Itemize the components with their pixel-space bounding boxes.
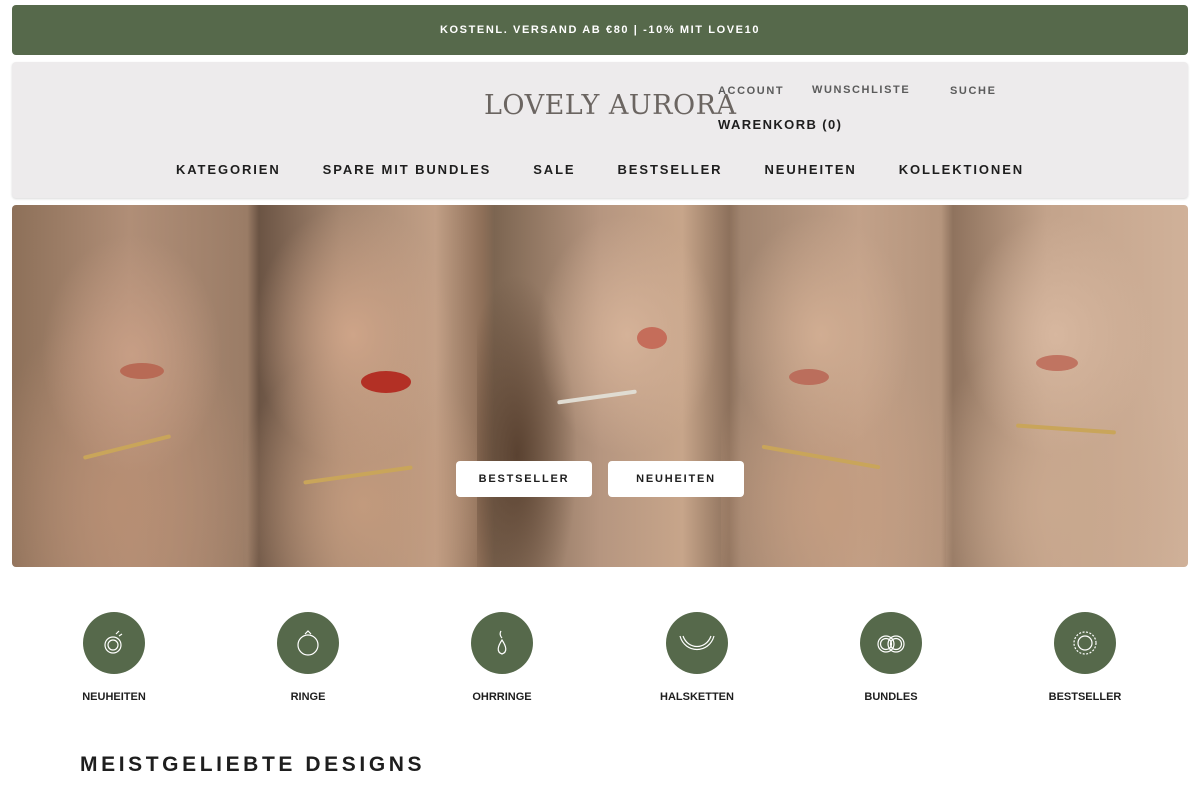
main-nav: KATEGORIEN SPARE MIT BUNDLES SALE BESTSE… — [12, 162, 1188, 177]
hero-photo-detail — [361, 371, 411, 393]
earring-icon — [471, 612, 533, 674]
category-label: RINGE — [290, 691, 326, 703]
category-bestseller[interactable]: BESTSELLER — [1015, 612, 1155, 703]
category-label: OHRRINGE — [472, 691, 532, 703]
ring-sparkle-icon — [83, 612, 145, 674]
double-ring-icon — [860, 612, 922, 674]
nav-item-sale[interactable]: SALE — [533, 162, 575, 177]
category-bundles[interactable]: BUNDLES — [821, 612, 961, 703]
nav-item-bestseller[interactable]: BESTSELLER — [618, 162, 723, 177]
search-link[interactable]: SUCHE — [950, 85, 997, 97]
bracelet-icon — [1054, 612, 1116, 674]
ring-icon — [277, 612, 339, 674]
category-label: BESTSELLER — [1048, 691, 1122, 703]
category-halsketten[interactable]: HALSKETTEN — [627, 612, 767, 703]
category-ohrringe[interactable]: OHRRINGE — [432, 612, 572, 703]
hero-photo-detail — [761, 444, 881, 470]
announcement-text: KOSTENL. VERSAND AB €80 | -10% MIT LOVE1… — [439, 24, 761, 36]
category-row: NEUHEITEN RINGE OHRRINGE HALSKETTEN BUND… — [0, 612, 1200, 712]
hero-neuheiten-button[interactable]: NEUHEITEN — [608, 461, 744, 497]
hero-photo-detail — [303, 465, 413, 485]
hero-photo-panel — [243, 205, 477, 567]
account-link[interactable]: ACCOUNT — [718, 85, 784, 97]
hero-photo-detail — [82, 434, 172, 460]
hero-photo-detail — [120, 363, 164, 379]
category-label: NEUHEITEN — [82, 691, 146, 703]
cart-link[interactable]: WARENKORB (0) — [718, 117, 842, 132]
site-header: LOVELY AURORA ACCOUNT WUNSCHLISTE SUCHE … — [12, 62, 1188, 198]
nav-item-neuheiten[interactable]: NEUHEITEN — [764, 162, 856, 177]
hero-photo-panel — [946, 205, 1188, 567]
hero-photo-detail — [1036, 355, 1078, 371]
nav-item-kollektionen[interactable]: KOLLEKTIONEN — [899, 162, 1024, 177]
hero-photo-detail — [637, 327, 667, 349]
wishlist-link[interactable]: WUNSCHLISTE — [812, 84, 910, 96]
category-label: BUNDLES — [864, 691, 918, 703]
hero-photo-panel — [12, 205, 243, 567]
announcement-bar: KOSTENL. VERSAND AB €80 | -10% MIT LOVE1… — [12, 5, 1188, 55]
hero-photo-panel — [721, 205, 946, 567]
hero-banner[interactable]: BESTSELLER NEUHEITEN — [12, 205, 1188, 567]
site-logo[interactable]: LOVELY AURORA — [484, 90, 736, 121]
nav-item-kategorien[interactable]: KATEGORIEN — [176, 162, 281, 177]
hero-photo-panel — [477, 205, 721, 567]
hero-photo-detail — [1015, 423, 1117, 435]
hero-photo-detail — [557, 389, 637, 405]
section-title: MEISTGELIEBTE DESIGNS — [80, 753, 426, 776]
nav-item-bundles[interactable]: SPARE MIT BUNDLES — [323, 162, 492, 177]
necklace-icon — [666, 612, 728, 674]
hero-photo-detail — [789, 369, 829, 385]
category-neuheiten[interactable]: NEUHEITEN — [44, 612, 184, 703]
category-ringe[interactable]: RINGE — [238, 612, 378, 703]
hero-bestseller-button[interactable]: BESTSELLER — [456, 461, 592, 497]
category-label: HALSKETTEN — [660, 691, 734, 703]
